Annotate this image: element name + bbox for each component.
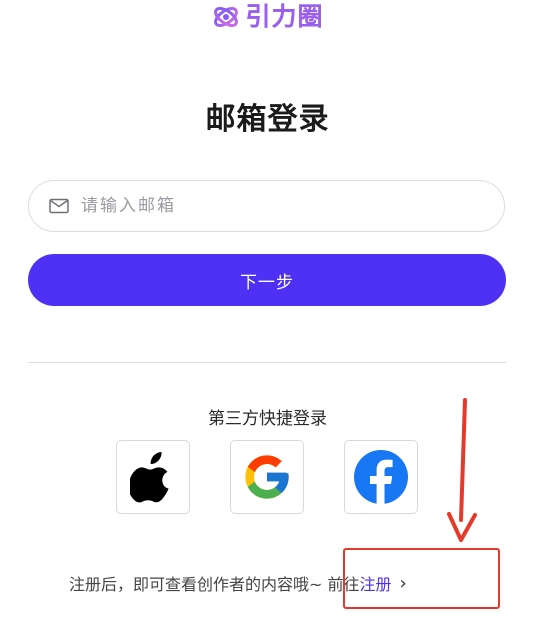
brand-name: 引力圈 [245, 2, 324, 31]
google-icon [245, 455, 289, 499]
facebook-icon [354, 450, 408, 505]
email-input[interactable] [79, 195, 463, 217]
page-title: 邮箱登录 [205, 102, 330, 137]
apple-login-button[interactable] [116, 440, 190, 514]
next-button[interactable]: 下一步 [28, 254, 506, 306]
brand-logo: 引力圈 [0, 2, 535, 32]
register-hint-text: 注册后，即可查看创作者的内容哦~ 前往 [69, 575, 360, 594]
facebook-login-button[interactable] [344, 440, 418, 514]
mail-icon [49, 198, 69, 214]
google-login-button[interactable] [230, 440, 304, 514]
email-field-container[interactable] [28, 180, 505, 232]
annotation-highlight-box [343, 548, 500, 609]
apple-icon [130, 452, 169, 503]
annotation-arrow-icon [447, 398, 477, 542]
brand-logo-icon [214, 7, 239, 27]
divider [28, 362, 506, 363]
